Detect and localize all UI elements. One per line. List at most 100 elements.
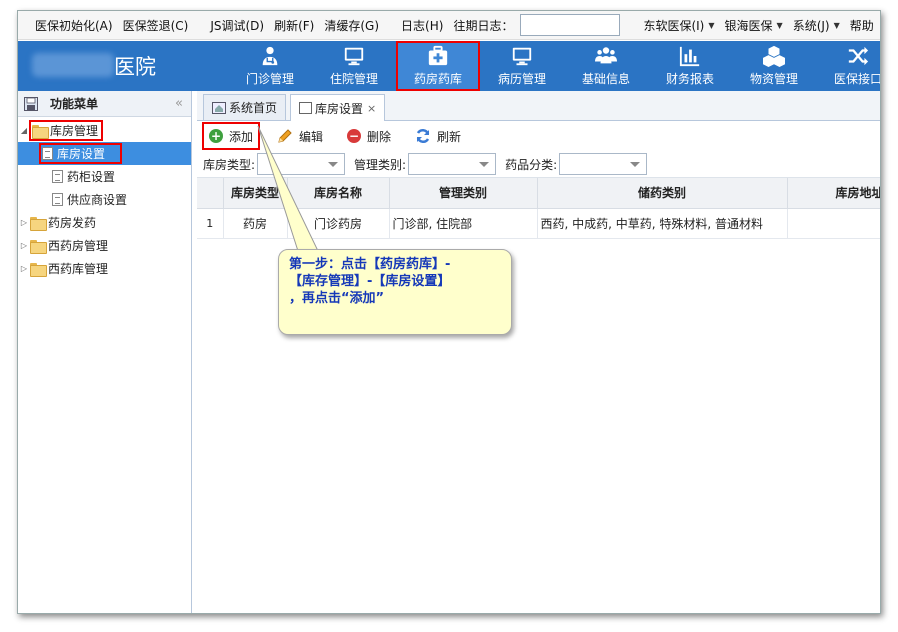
nav-materials[interactable]: 物资管理	[732, 41, 816, 91]
nav-insurance-interface[interactable]: 医保接口	[816, 41, 880, 91]
users-icon	[595, 47, 617, 64]
sidebar-title: 功能菜单	[50, 97, 99, 111]
menu-insurance-signout[interactable]: 医保签退(C)	[118, 17, 194, 34]
chevron-down-icon: ▼	[833, 20, 840, 30]
nav-basic-info-label: 基础信息	[581, 72, 630, 86]
tree-item-cabinet-settings[interactable]: 药柜设置	[18, 165, 191, 188]
tree-item-supplier-settings[interactable]: 供应商设置	[18, 188, 191, 211]
tree-item-label: 库房管理	[50, 124, 99, 138]
document-icon	[42, 147, 53, 160]
app-window: 医保初始化(A) 医保签退(C) JS调试(D) 刷新(F) 清缓存(G) 日志…	[17, 10, 881, 614]
tree-item-warehouse-settings[interactable]: 库房设置	[18, 142, 191, 165]
menu-refresh[interactable]: 刷新(F)	[269, 17, 319, 34]
edit-button[interactable]: 编辑	[271, 123, 329, 149]
table-row[interactable]: 1 药房 门诊药房 门诊部, 住院部 西药, 中成药, 中草药, 特殊材料, 普…	[197, 208, 880, 239]
table-header-row: 库房类型 库房名称 管理类别 储药类别 库房地址	[197, 178, 880, 209]
highlight-box: 库房设置	[38, 143, 123, 164]
close-icon[interactable]: ×	[367, 102, 376, 115]
refresh-icon	[416, 128, 430, 144]
menu-js-debug[interactable]: JS调试(D)	[205, 17, 269, 34]
expand-arrow-icon[interactable]: ▷	[18, 241, 30, 250]
document-icon	[52, 193, 63, 206]
shuffle-icon	[848, 46, 869, 66]
nav-finance-reports[interactable]: 财务报表	[648, 41, 732, 91]
nav-inpatient-label: 住院管理	[329, 72, 378, 86]
column-header[interactable]: 储药类别	[537, 178, 788, 209]
tree-item-warehouse-management[interactable]: ◢ 库房管理	[18, 119, 191, 142]
nav-basic-info[interactable]: 基础信息	[564, 41, 648, 91]
menu-clear-cache[interactable]: 清缓存(G)	[319, 17, 384, 34]
callout-line: 【库存管理】-【库房设置】	[289, 274, 451, 289]
menu-system[interactable]: 系统(J) ▼	[788, 17, 845, 34]
nav-inpatient[interactable]: 住院管理	[312, 41, 396, 91]
warehouse-table: 库房类型 库房名称 管理类别 储药类别 库房地址 1 药房 门诊药房 门诊部, …	[197, 178, 880, 239]
top-nav: 门诊管理 住院管理 药房药库 病历管理 基础信息 财务报表 物资管理 医保接口	[228, 41, 880, 91]
nav-medical-records-label: 病历管理	[497, 72, 546, 86]
folder-icon	[30, 262, 47, 277]
tree-item-pharmacy-dispensing[interactable]: ▷ 药房发药	[18, 211, 191, 234]
drug-category-select[interactable]	[559, 153, 648, 175]
highlight-box: 库房管理	[28, 120, 104, 141]
boxes-icon	[763, 45, 785, 67]
manage-type-select[interactable]	[408, 153, 497, 175]
history-log-input[interactable]	[520, 14, 621, 36]
warehouse-type-select[interactable]	[257, 153, 346, 175]
menu-neusoft-label: 东软医保(I)	[643, 18, 705, 33]
add-button-label: 添加	[229, 129, 254, 144]
callout-line: 第一步：点击【药房药库】-	[289, 257, 451, 272]
instruction-callout: 第一步：点击【药房药库】- 【库存管理】-【库房设置】 ，再点击“添加”	[278, 249, 512, 335]
tree-item-western-storehouse[interactable]: ▷ 西药库管理	[18, 257, 191, 280]
monitor-icon	[512, 47, 532, 66]
tree-item-label: 西药房管理	[48, 239, 109, 253]
nav-outpatient[interactable]: 门诊管理	[228, 41, 312, 91]
refresh-button[interactable]: 刷新	[409, 123, 467, 149]
add-button[interactable]: + 添加	[201, 122, 261, 150]
delete-button-label: 删除	[367, 129, 392, 144]
home-icon	[212, 101, 226, 114]
minus-circle-icon: −	[347, 129, 362, 143]
collapse-icon[interactable]: «	[175, 96, 183, 111]
table-cell: 门诊药房	[287, 208, 390, 239]
save-icon	[24, 96, 38, 111]
column-header[interactable]: 管理类别	[389, 178, 538, 209]
chevron-down-icon: ▼	[776, 20, 783, 30]
nav-finance-reports-label: 财务报表	[665, 72, 714, 86]
column-header[interactable]: 库房名称	[287, 178, 390, 209]
expand-triangle-icon[interactable]: ◢	[18, 126, 30, 135]
expand-arrow-icon[interactable]: ▷	[18, 264, 30, 273]
table-cell: 西药, 中成药, 中草药, 特殊材料, 普通材料	[537, 208, 788, 239]
menu-overflow[interactable]: 病历	[879, 17, 880, 34]
column-header[interactable]: 库房地址	[787, 178, 880, 209]
tab-bar: 系统首页 库房设置 ×	[197, 91, 880, 121]
medkit-icon	[428, 45, 448, 66]
delete-button[interactable]: − 删除	[341, 123, 397, 149]
column-header[interactable]: 库房类型	[223, 178, 288, 209]
menu-insurance-init[interactable]: 医保初始化(A)	[30, 17, 118, 34]
folder-icon	[30, 216, 47, 231]
sidebar: 功能菜单 « ◢ 库房管理 库房设置 药柜设置 供应商设置 ▷ 药房发药 ▷ 西…	[18, 91, 192, 613]
document-icon	[52, 170, 63, 183]
tab-home[interactable]: 系统首页	[203, 94, 287, 120]
tree-item-label: 药柜设置	[67, 170, 116, 184]
history-log-label: 往期日志：	[453, 18, 514, 33]
toolbar: + 添加 编辑 − 删除 刷新	[197, 121, 880, 151]
nav-pharmacy[interactable]: 药房药库	[396, 41, 480, 91]
tab-home-label: 系统首页	[229, 101, 278, 115]
nav-pharmacy-label: 药房药库	[413, 72, 462, 86]
monitor-icon	[344, 47, 364, 66]
tab-warehouse-settings[interactable]: 库房设置 ×	[290, 94, 386, 121]
menu-neusoft-insurance[interactable]: 东软医保(I) ▼	[638, 17, 719, 34]
folder-open-icon	[32, 124, 49, 139]
nav-materials-label: 物资管理	[749, 72, 798, 86]
tree-item-label: 药房发药	[48, 216, 97, 230]
hospital-name: 医院	[114, 55, 156, 79]
menu-help[interactable]: 帮助	[845, 17, 879, 34]
menu-yinhai-insurance[interactable]: 银海医保 ▼	[720, 17, 788, 34]
menu-log[interactable]: 日志(H)	[396, 17, 448, 34]
expand-arrow-icon[interactable]: ▷	[18, 218, 30, 227]
chevron-down-icon: ▼	[708, 20, 715, 30]
tree-item-western-pharmacy[interactable]: ▷ 西药房管理	[18, 234, 191, 257]
nav-medical-records[interactable]: 病历管理	[480, 41, 564, 91]
sidebar-header: 功能菜单 «	[18, 91, 191, 117]
menu-yinhai-label: 银海医保	[724, 18, 773, 33]
